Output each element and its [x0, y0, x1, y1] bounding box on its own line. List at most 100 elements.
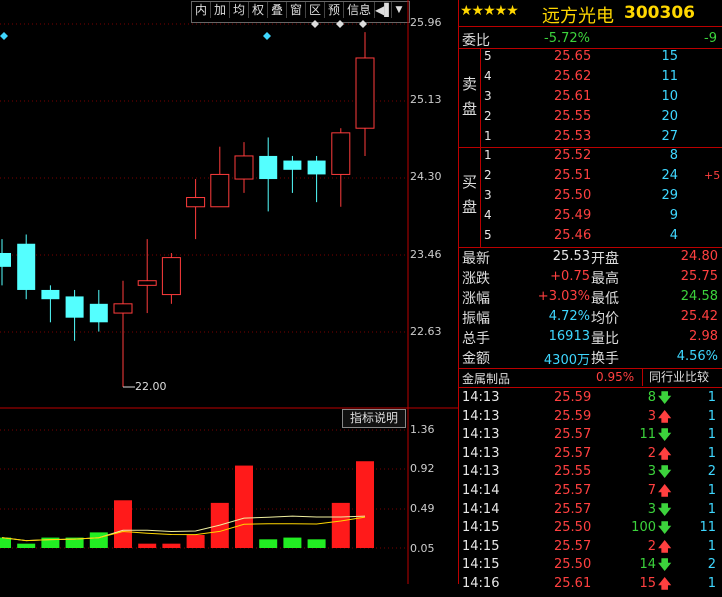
sell-level-price[interactable]: 25.53 [554, 129, 591, 144]
candle-body-down [283, 160, 302, 170]
volume-tick-label: 0.05 [410, 542, 435, 555]
tick-price: 25.50 [554, 520, 592, 536]
volume-bar [0, 537, 11, 548]
sell-level-volume: 15 [661, 49, 678, 64]
tick-time: 14:13 [462, 408, 500, 424]
volume-bar [89, 532, 108, 548]
candle-body-down [41, 289, 60, 300]
tick-volume: 11 [639, 427, 656, 443]
quote-label: 最新 [462, 251, 490, 267]
tick-volume: 100 [631, 520, 656, 536]
candle-body-up [355, 57, 375, 129]
quote-label: 涨跌 [462, 271, 490, 287]
tick-price: 25.59 [554, 408, 592, 424]
candle-body-up [186, 197, 206, 208]
tick-volume: 3 [647, 408, 656, 424]
buy-level-price[interactable]: 25.52 [554, 148, 591, 163]
stock-name: 远方光电 [542, 6, 614, 27]
quote-label: 换手 [591, 351, 619, 367]
quote-label: 最低 [591, 291, 619, 307]
tick-time: 14:13 [462, 390, 500, 405]
buy-level-price[interactable]: 25.49 [554, 208, 591, 223]
quote-value-high: 25.75 [680, 269, 718, 284]
tick-price: 25.55 [554, 464, 592, 480]
sell-level-price[interactable]: 25.65 [554, 49, 591, 64]
weibi-label: 委比 [462, 33, 490, 49]
tick-count: 2 [707, 464, 716, 480]
event-marker-icon [336, 20, 344, 28]
tick-volume: 3 [647, 501, 656, 517]
sell-level-volume: 10 [661, 89, 678, 104]
tick-volume: 2 [647, 445, 656, 461]
tick-count: 1 [707, 501, 716, 517]
price-tick-label: 22.63 [410, 325, 442, 338]
volume-ma5-line [1, 515, 366, 542]
event-marker-icon [311, 20, 319, 28]
tick-count: 11 [699, 520, 716, 536]
sell-level-volume: 20 [661, 109, 678, 124]
buy-level-volume: 29 [661, 188, 678, 203]
tick-time: 14:13 [462, 464, 500, 480]
buy-level-price[interactable]: 25.46 [554, 228, 591, 243]
tick-volume: 14 [639, 557, 656, 573]
candle-body-up [234, 155, 254, 180]
tick-volume: 7 [647, 483, 656, 498]
volume-ma10-line [1, 516, 366, 542]
buy-level-number: 4 [484, 208, 492, 222]
rating-stars: ★★★★★ [460, 3, 519, 19]
buy-level-number: 5 [484, 228, 492, 242]
buy-level-number: 2 [484, 168, 492, 182]
tick-volume: 3 [647, 464, 656, 480]
candle-body-down [17, 243, 36, 290]
quote-value-open: 24.80 [680, 249, 718, 264]
volume-bar [235, 465, 253, 548]
buy-level-number: 1 [484, 148, 492, 162]
low-price-label: 22.00 [135, 380, 167, 393]
tick-time: 14:15 [462, 557, 500, 573]
candle-body-up [210, 173, 230, 208]
industry-compare-button[interactable]: 同行业比较 [642, 369, 722, 386]
tick-time: 14:13 [462, 445, 500, 461]
buy-level-price[interactable]: 25.51 [554, 168, 591, 183]
quote-value-vol: 16913 [548, 329, 590, 344]
tick-price: 25.59 [554, 390, 592, 405]
price-tick-label: 25.13 [410, 93, 442, 106]
tick-time: 14:15 [462, 520, 500, 536]
volume-bar [259, 539, 278, 548]
quote-label: 开盘 [591, 251, 619, 267]
event-marker-icon [359, 20, 367, 28]
sell-level-price[interactable]: 25.61 [554, 89, 591, 104]
sell-level-volume: 11 [661, 69, 678, 84]
volume-bar [114, 500, 132, 548]
candle-body-up [113, 303, 133, 314]
event-marker-icon [0, 32, 8, 40]
candle-body-down [0, 252, 11, 267]
quote-value-pct: +3.03% [537, 289, 590, 304]
tick-volume: 2 [647, 538, 656, 554]
tick-count: 2 [707, 557, 716, 573]
indicator-help-button[interactable]: 指标说明 [342, 409, 406, 428]
volume-bar [356, 461, 374, 548]
sell-level-price[interactable]: 25.55 [554, 109, 591, 124]
sell-level-number: 5 [484, 49, 492, 63]
tick-price: 25.50 [554, 557, 592, 573]
quote-label: 金额 [462, 351, 490, 367]
tick-time: 14:13 [462, 427, 500, 443]
chart-area: 内加均权叠窗区预信息 ◀▌ ▼ 25.96 25.13 24.30 23.46 22.63 … [0, 0, 458, 584]
quote-label: 振幅 [462, 311, 490, 327]
tick-count: 1 [707, 538, 716, 554]
sell-level-price[interactable]: 25.62 [554, 69, 591, 84]
tick-count: 1 [707, 445, 716, 461]
candle-body-up [161, 257, 181, 296]
candlestick-chart[interactable] [0, 0, 458, 584]
industry-name: 金属制品 [462, 372, 511, 386]
event-marker-icon [263, 32, 271, 40]
weibi-diff: -9 [704, 31, 717, 46]
buy-level-price[interactable]: 25.50 [554, 188, 591, 203]
volume-bar [162, 543, 181, 548]
candle-body-down [89, 303, 108, 323]
tick-price: 25.57 [554, 427, 592, 443]
volume-bar [138, 543, 157, 548]
quote-panel: ★★★★★ 远方光电 300306 委比 -5.72% -9 卖盘 5 25.65… [458, 0, 722, 592]
buy-level-volume: 24 [661, 168, 678, 183]
